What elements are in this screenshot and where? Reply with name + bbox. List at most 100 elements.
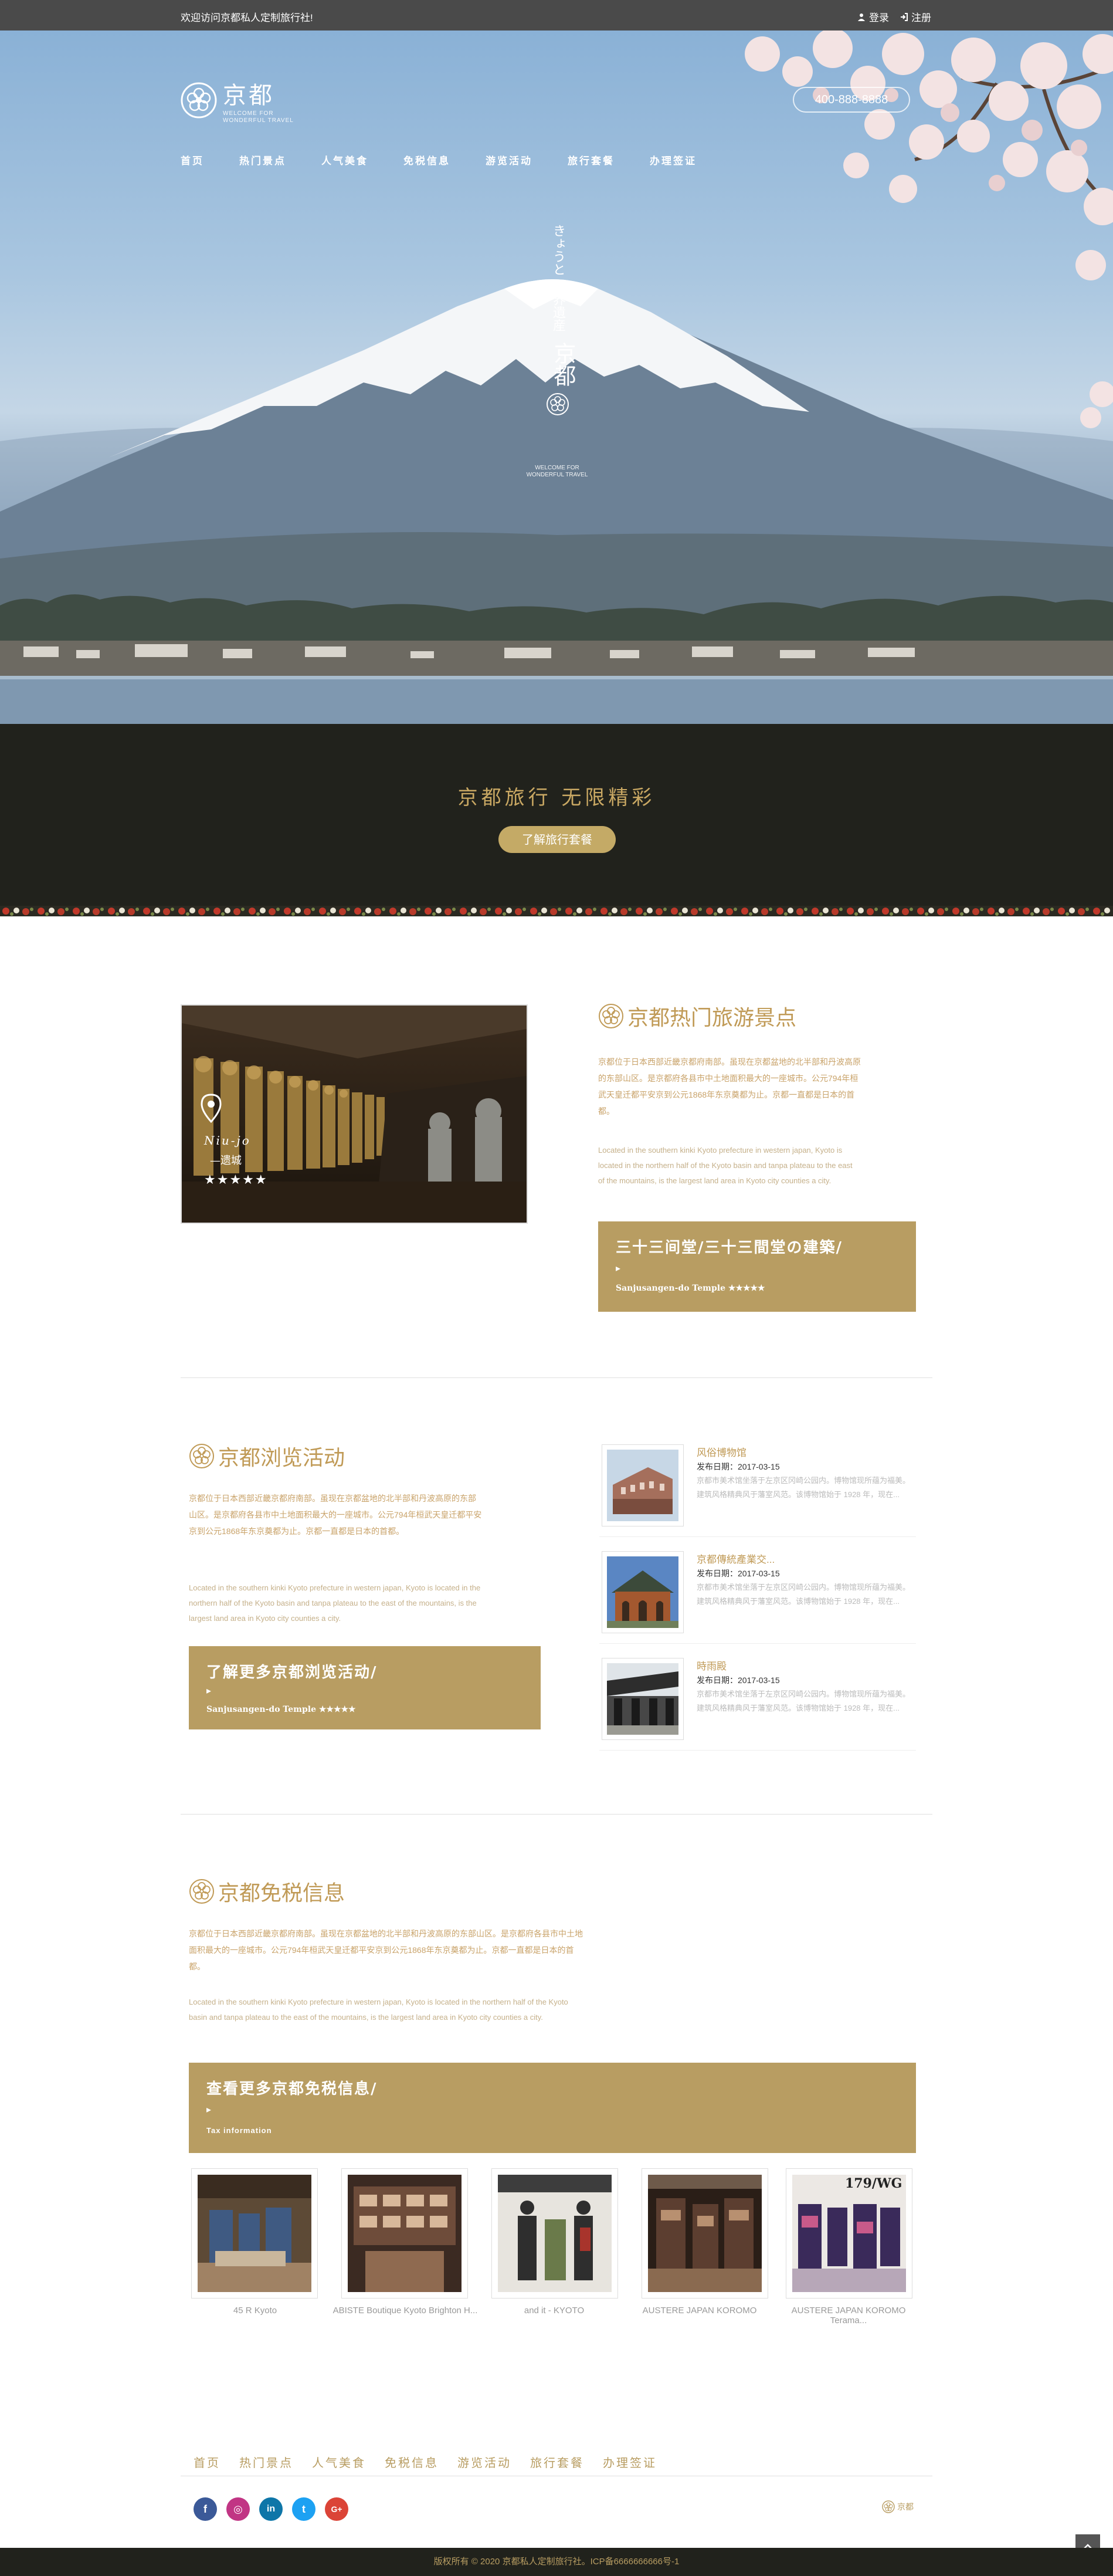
news-text: 京都市美术馆坐落于左京区冈崎公园内。博物馆现所蕴为福美。建筑风格精典风于藩室风范…: [697, 1583, 911, 1606]
nav-dutyfree[interactable]: 免税信息: [403, 153, 450, 167]
news-thumb: [602, 1551, 684, 1633]
nav-hot-spots[interactable]: 热门景点: [239, 153, 286, 167]
activities-box-title: 了解更多京都浏览活动/: [206, 1664, 378, 1681]
activities-title-text: 京都浏览活动: [218, 1446, 345, 1470]
activities-title: 京都浏览活动: [189, 1441, 345, 1471]
register-link[interactable]: 注册: [900, 9, 931, 24]
hero-small-2: WONDERFUL TRAVEL: [526, 472, 588, 478]
user-icon: [858, 13, 865, 21]
auth-links: 登录 注册: [857, 9, 931, 24]
phone-number[interactable]: 400-888-8888: [793, 87, 910, 113]
login-label: 登录: [869, 12, 889, 23]
spots-box-title: 三十三间堂/三十三間堂の建築/: [616, 1239, 843, 1257]
promo-title: 京都旅行 无限精彩: [457, 786, 656, 810]
spots-feature-box[interactable]: 三十三间堂/三十三間堂の建築/ ▸ Sanjusangen-do Temple …: [598, 1221, 916, 1312]
twitter-icon[interactable]: t: [292, 2497, 315, 2521]
signin-icon: [901, 12, 908, 21]
logo-sub-2: WONDERFUL TRAVEL: [223, 117, 294, 124]
news-title: 风俗博物馆: [697, 1447, 746, 1458]
news-date: 发布日期：2017-03-15: [697, 1675, 780, 1685]
dutyfree-title: 京都免税信息: [189, 1876, 345, 1907]
shop-name[interactable]: 45 R Kyoto: [182, 2306, 328, 2316]
shop-image-austere-terama: [792, 2175, 906, 2292]
dutyfree-box-sub: Tax information: [206, 2126, 272, 2135]
location-pin-icon: [201, 1094, 222, 1123]
hero-small-1: WELCOME FOR: [535, 465, 579, 471]
dutyfree-box-title: 查看更多京都免税信息/: [206, 2080, 378, 2098]
packages-button[interactable]: 了解旅行套餐: [498, 826, 616, 853]
google-plus-icon[interactable]: G+: [325, 2497, 348, 2521]
museum-image: [607, 1450, 678, 1521]
footer-nav-packages[interactable]: 旅行套餐: [530, 2453, 584, 2470]
footer-nav: 首页 热门景点 人气美食 免税信息 游览活动 旅行套餐 办理签证: [194, 2453, 676, 2470]
nav-food[interactable]: 人气美食: [321, 153, 368, 167]
footer-logo[interactable]: 京都: [882, 2500, 914, 2513]
section-flower-icon: [189, 1879, 214, 1904]
news-date: 发布日期：2017-03-15: [697, 1462, 780, 1471]
news-thumb: [602, 1444, 684, 1526]
promo-band: 京都旅行 无限精彩 了解旅行套餐: [0, 724, 1113, 906]
shop-image-abiste: [348, 2175, 462, 2292]
temple-statues-image: [182, 1006, 527, 1223]
hero-flower-icon: [547, 393, 569, 415]
news-title: 時雨殿: [697, 1661, 727, 1672]
logo-flower-icon: [181, 82, 217, 119]
nav-home[interactable]: 首页: [181, 153, 204, 167]
arrow-right-icon: ▸: [206, 1686, 212, 1696]
hall-image: [607, 1663, 678, 1735]
temple-photo[interactable]: Niu-jo —遗城 ★★★★★: [181, 1004, 528, 1224]
shop-image-and-it: [498, 2175, 612, 2292]
instagram-icon[interactable]: ◎: [226, 2497, 250, 2521]
footer-nav-home[interactable]: 首页: [194, 2453, 220, 2470]
news-date: 发布日期：2017-03-15: [697, 1569, 780, 1578]
news-thumb: [602, 1658, 684, 1740]
dutyfree-desc-zh: 京都位于日本西部近畿京都府南部。虽现在京都盆地的北半部和丹波高原的东部山区。是京…: [189, 1929, 583, 1971]
shop-card[interactable]: [341, 2168, 468, 2299]
facebook-icon[interactable]: f: [194, 2497, 217, 2521]
activities-desc-en: Located in the southern kinki Kyoto pref…: [189, 1583, 481, 1623]
arrow-right-icon: ▸: [616, 1264, 621, 1274]
logo-name: 京都: [223, 82, 274, 109]
news-text: 京都市美术馆坐落于左京区冈崎公园内。博物馆现所蕴为福美。建筑风格精典风于藩室风范…: [697, 1690, 911, 1712]
logo-text: 京都 WELCOME FOR WONDERFUL TRAVEL: [223, 76, 294, 124]
footer-nav-visa[interactable]: 办理签证: [603, 2453, 657, 2470]
shop-sign: 179/WG: [845, 2176, 902, 2191]
hero-vertical-2: 京都: [550, 342, 576, 387]
site-logo[interactable]: 京都 WELCOME FOR WONDERFUL TRAVEL: [181, 76, 294, 124]
social-links: f ◎ in t G+: [194, 2497, 348, 2521]
shop-card[interactable]: [642, 2168, 768, 2299]
divider-1: [181, 1377, 932, 1378]
login-link[interactable]: 登录: [857, 9, 889, 24]
nav-visa[interactable]: 办理签证: [650, 153, 697, 167]
footer-nav-hot-spots[interactable]: 热门景点: [239, 2453, 293, 2470]
linkedin-icon[interactable]: in: [259, 2497, 283, 2521]
activities-box-sub: Sanjusangen-do Temple ★★★★★: [206, 1705, 356, 1714]
news-item[interactable]: 京都傳統產業交... 发布日期：2017-03-15 京都市美术馆坐落于左京区冈…: [599, 1549, 916, 1644]
shop-card[interactable]: 179/WG: [786, 2168, 912, 2299]
shop-card[interactable]: [191, 2168, 318, 2299]
section-flower-icon: [599, 1004, 623, 1028]
news-item[interactable]: 风俗博物馆 发布日期：2017-03-15 京都市美术馆坐落于左京区冈崎公园内。…: [599, 1442, 916, 1537]
shop-card[interactable]: [491, 2168, 618, 2299]
shop-name[interactable]: and it - KYOTO: [481, 2306, 627, 2316]
building-image: [607, 1556, 678, 1628]
news-title: 京都傳統產業交...: [697, 1554, 775, 1565]
shop-name[interactable]: ABISTE Boutique Kyoto Brighton H...: [332, 2306, 479, 2316]
floral-pattern-border: [0, 906, 1113, 916]
footer-nav-food[interactable]: 人气美食: [312, 2453, 366, 2470]
footer-logo-text: 京都: [897, 2503, 914, 2512]
nav-packages[interactable]: 旅行套餐: [568, 153, 615, 167]
shop-name[interactable]: AUSTERE JAPAN KOROMO: [626, 2306, 773, 2316]
spots-title-text: 京都热门旅游景点: [627, 1006, 797, 1030]
hero-vertical-title: きょうと 世界遺産 京都: [547, 224, 576, 418]
shop-name[interactable]: AUSTERE JAPAN KOROMO Terama...: [775, 2306, 922, 2325]
hero-banner: 京都 WELCOME FOR WONDERFUL TRAVEL 400-888-…: [0, 31, 1113, 724]
activities-feature-box[interactable]: 了解更多京都浏览活动/ ▸ Sanjusangen-do Temple ★★★★…: [189, 1646, 541, 1729]
nav-activities[interactable]: 游览活动: [486, 153, 532, 167]
news-item[interactable]: 時雨殿 发布日期：2017-03-15 京都市美术馆坐落于左京区冈崎公园内。博物…: [599, 1656, 916, 1751]
footer-nav-activities[interactable]: 游览活动: [457, 2453, 511, 2470]
spots-desc-zh: 京都位于日本西部近畿京都府南部。虽现在京都盆地的北半部和丹波高原的东部山区。是京…: [598, 1057, 861, 1116]
dutyfree-feature-box[interactable]: 查看更多京都免税信息/ ▸ Tax information: [189, 2063, 916, 2153]
photo-caption-1: Niu-jo: [204, 1133, 251, 1147]
footer-nav-dutyfree[interactable]: 免税信息: [385, 2453, 439, 2470]
